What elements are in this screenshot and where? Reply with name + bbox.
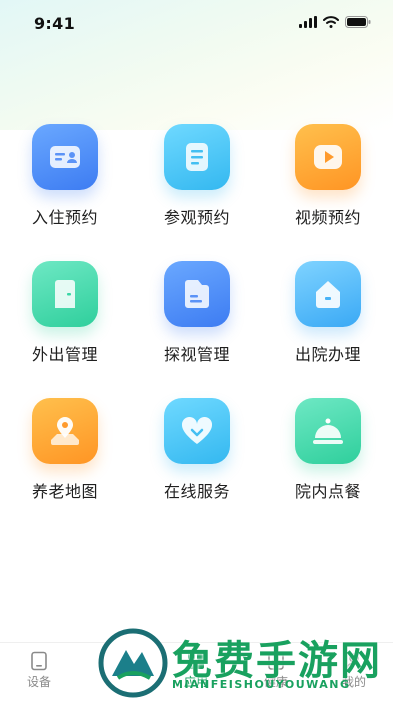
tile-label: 在线服务 [163, 482, 230, 501]
tile-discharge[interactable]: 出院办理 [278, 261, 378, 365]
tile-label: 院内点餐 [294, 482, 361, 501]
tile-label: 养老地图 [31, 482, 98, 501]
battery-icon [345, 16, 371, 28]
tile-online-service[interactable]: 在线服务 [147, 398, 247, 502]
wifi-icon [323, 16, 339, 28]
tab-device[interactable]: 设备 [9, 651, 69, 690]
tile-visit-booking[interactable]: 参观预约 [147, 124, 247, 228]
door-icon [32, 261, 98, 327]
grid-row: 入住预约 参观预约 视频预约 [0, 124, 393, 261]
tile-label: 入住预约 [31, 208, 98, 227]
tile-visitation-management[interactable]: 探视管理 [147, 261, 247, 365]
house-icon [295, 261, 361, 327]
watermark-logo-icon [98, 628, 168, 698]
device-icon [31, 651, 47, 671]
document-icon [164, 124, 230, 190]
tile-label: 外出管理 [31, 345, 98, 364]
grid-row: 外出管理 探视管理 出院办理 [0, 261, 393, 398]
video-play-icon [295, 124, 361, 190]
signal-icon [299, 16, 317, 28]
grid-row: 养老地图 在线服务 院内点餐 [0, 398, 393, 535]
tile-label: 视频预约 [294, 208, 361, 227]
folder-icon [164, 261, 230, 327]
tile-label: 探视管理 [163, 345, 230, 364]
tile-label: 参观预约 [163, 208, 230, 227]
status-icons [299, 16, 371, 28]
heart-icon [164, 398, 230, 464]
id-card-icon [32, 124, 98, 190]
tile-label: 出院办理 [294, 345, 361, 364]
tab-label: 设备 [26, 675, 51, 689]
watermark-subtitle: MIANFEISHOUYOUWANG [172, 678, 351, 691]
tile-checkin-booking[interactable]: 入住预约 [15, 124, 115, 228]
tile-elderly-map[interactable]: 养老地图 [15, 398, 115, 502]
tile-meal-ordering[interactable]: 院内点餐 [278, 398, 378, 502]
dish-cover-icon [295, 398, 361, 464]
app-grid: 入住预约 参观预约 视频预约 外出管理 探视管理 出院办理 养老地图 在线服务 … [0, 124, 393, 535]
tile-outing-management[interactable]: 外出管理 [15, 261, 115, 365]
status-bar: 9:41 [0, 0, 393, 46]
map-pin-icon [32, 398, 98, 464]
watermark: 免费手游网 MIANFEISHOUYOUWANG [96, 626, 393, 700]
tile-video-booking[interactable]: 视频预约 [278, 124, 378, 228]
status-time: 9:41 [34, 14, 75, 33]
